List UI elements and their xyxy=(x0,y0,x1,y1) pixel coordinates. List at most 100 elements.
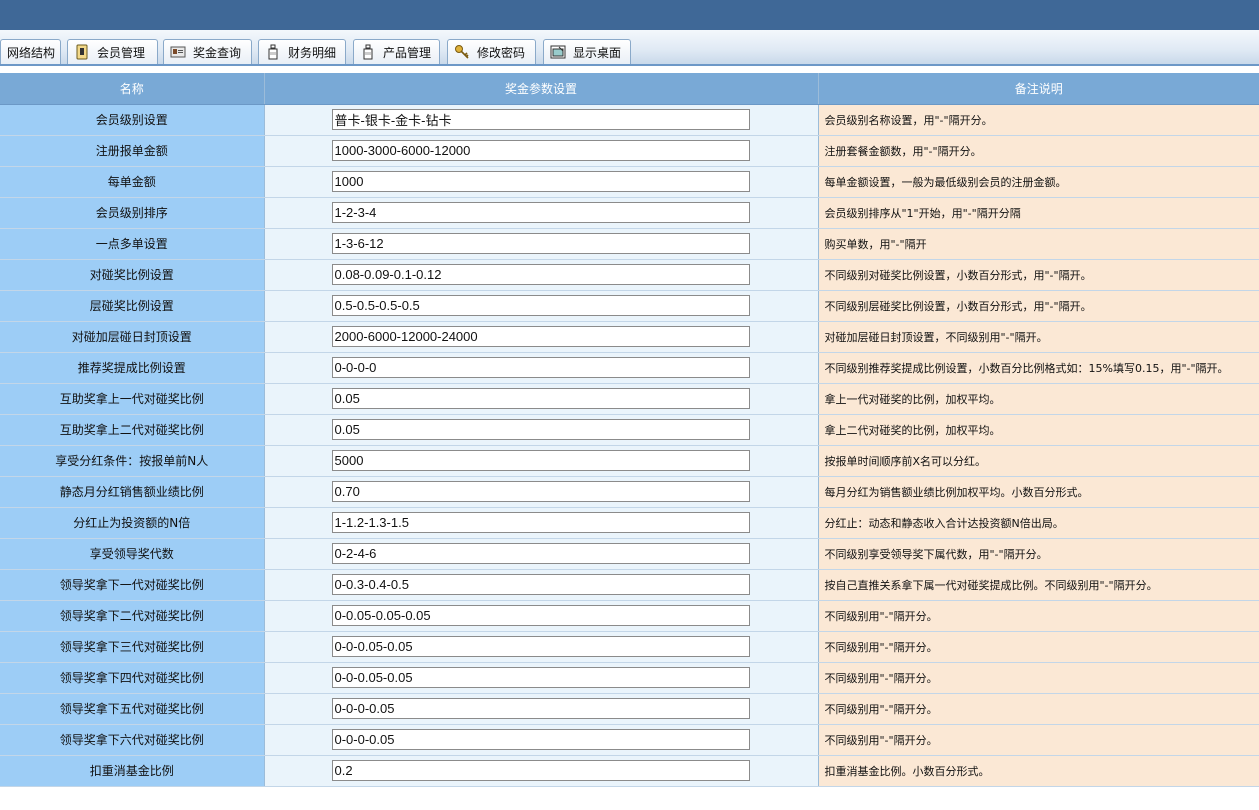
setting-value-cell xyxy=(264,383,819,415)
setting-value-input[interactable] xyxy=(331,574,750,595)
setting-value-input[interactable] xyxy=(331,543,750,564)
bonus-settings-table: 名称 奖金参数设置 备注说明 会员级别设置 会员级别名称设置，用"-"隔开分。注册… xyxy=(0,73,1259,787)
setting-note: 拿上二代对碰奖的比例，加权平均。 xyxy=(818,414,1259,446)
setting-name: 领导奖拿下二代对碰奖比例 xyxy=(0,600,265,632)
table-row: 互助奖拿上二代对碰奖比例 拿上二代对碰奖的比例，加权平均。 xyxy=(0,414,1259,446)
setting-name: 领导奖拿下三代对碰奖比例 xyxy=(0,631,265,663)
setting-value-input[interactable] xyxy=(331,667,750,688)
nav-tab-bar: 网络结构 会员管理 奖金查询 财务明细 产品管理 修改密码 显示桌面 xyxy=(0,30,1259,66)
tab-label: 修改密码 xyxy=(477,45,526,60)
setting-value-input[interactable] xyxy=(331,233,750,254)
setting-value-cell xyxy=(264,321,819,353)
setting-name: 层碰奖比例设置 xyxy=(0,290,265,322)
setting-value-input[interactable] xyxy=(331,326,750,347)
setting-value-input[interactable] xyxy=(331,264,750,285)
table-header-row: 名称 奖金参数设置 备注说明 xyxy=(0,73,1259,105)
setting-value-cell xyxy=(264,755,819,787)
header-note: 备注说明 xyxy=(818,73,1259,105)
setting-note: 对碰加层碰日封顶设置，不同级别用"-"隔开。 xyxy=(818,321,1259,353)
setting-value-input[interactable] xyxy=(331,450,750,471)
setting-note: 不同级别用"-"隔开分。 xyxy=(818,662,1259,694)
setting-value-input[interactable] xyxy=(331,481,750,502)
setting-note: 购买单数，用"-"隔开 xyxy=(818,228,1259,260)
setting-name: 推荐奖提成比例设置 xyxy=(0,352,265,384)
table-row: 领导奖拿下四代对碰奖比例 不同级别用"-"隔开分。 xyxy=(0,662,1259,694)
setting-value-cell xyxy=(264,724,819,756)
setting-name: 领导奖拿下六代对碰奖比例 xyxy=(0,724,265,756)
table-row: 领导奖拿下一代对碰奖比例 按自己直推关系拿下属一代对碰奖提成比例。不同级别用"-"… xyxy=(0,569,1259,601)
setting-value-input[interactable] xyxy=(331,388,750,409)
setting-name: 扣重消基金比例 xyxy=(0,755,265,787)
setting-value-cell xyxy=(264,352,819,384)
table-row: 领导奖拿下五代对碰奖比例 不同级别用"-"隔开分。 xyxy=(0,693,1259,725)
setting-value-cell xyxy=(264,445,819,477)
bottle-icon xyxy=(360,44,376,60)
setting-note: 不同级别用"-"隔开分。 xyxy=(818,600,1259,632)
setting-name: 领导奖拿下一代对碰奖比例 xyxy=(0,569,265,601)
setting-value-cell xyxy=(264,259,819,291)
setting-name: 注册报单金额 xyxy=(0,135,265,167)
bottle-icon xyxy=(265,44,281,60)
setting-value-cell xyxy=(264,414,819,446)
tab-3[interactable]: 奖金查询 xyxy=(163,39,252,64)
setting-value-cell xyxy=(264,569,819,601)
setting-name: 享受分红条件：按报单前N人 xyxy=(0,445,265,477)
setting-note: 会员级别排序从"1"开始，用"-"隔开分隔 xyxy=(818,197,1259,229)
table-row: 会员级别设置 会员级别名称设置，用"-"隔开分。 xyxy=(0,104,1259,136)
setting-note: 不同级别享受领导奖下属代数，用"-"隔开分。 xyxy=(818,538,1259,570)
table-row: 一点多单设置 购买单数，用"-"隔开 xyxy=(0,228,1259,260)
tab-7[interactable]: 显示桌面 xyxy=(543,39,631,64)
setting-value-cell xyxy=(264,476,819,508)
table-row: 享受分红条件：按报单前N人 按报单时间顺序前X名可以分红。 xyxy=(0,445,1259,477)
setting-name: 静态月分红销售额业绩比例 xyxy=(0,476,265,508)
setting-value-cell xyxy=(264,538,819,570)
setting-name: 互助奖拿上一代对碰奖比例 xyxy=(0,383,265,415)
tab-6[interactable]: 修改密码 xyxy=(447,39,536,64)
tab-2[interactable]: 会员管理 xyxy=(67,39,158,64)
setting-value-cell xyxy=(264,197,819,229)
table-row: 注册报单金额 注册套餐金额数，用"-"隔开分。 xyxy=(0,135,1259,167)
setting-name: 互助奖拿上二代对碰奖比例 xyxy=(0,414,265,446)
tab-4[interactable]: 财务明细 xyxy=(258,39,346,64)
tab-1[interactable]: 网络结构 xyxy=(0,39,61,64)
setting-note: 按报单时间顺序前X名可以分红。 xyxy=(818,445,1259,477)
setting-name: 分红止为投资额的N倍 xyxy=(0,507,265,539)
setting-value-input[interactable] xyxy=(331,605,750,626)
setting-note: 按自己直推关系拿下属一代对碰奖提成比例。不同级别用"-"隔开分。 xyxy=(818,569,1259,601)
setting-name: 对碰加层碰日封顶设置 xyxy=(0,321,265,353)
tab-label: 奖金查询 xyxy=(193,45,242,60)
setting-note: 扣重消基金比例。小数百分形式。 xyxy=(818,755,1259,787)
setting-value-cell xyxy=(264,135,819,167)
tab-label: 财务明细 xyxy=(288,45,337,60)
setting-value-input[interactable] xyxy=(331,295,750,316)
setting-value-input[interactable] xyxy=(331,357,750,378)
table-row: 互助奖拿上一代对碰奖比例 拿上一代对碰奖的比例，加权平均。 xyxy=(0,383,1259,415)
tab-5[interactable]: 产品管理 xyxy=(353,39,440,64)
setting-value-input[interactable] xyxy=(331,760,750,781)
setting-note: 不同级别用"-"隔开分。 xyxy=(818,693,1259,725)
table-row: 推荐奖提成比例设置 不同级别推荐奖提成比例设置，小数百分比例格式如：15%填写0.… xyxy=(0,352,1259,384)
setting-value-input[interactable] xyxy=(331,729,750,750)
setting-value-input[interactable] xyxy=(331,109,750,130)
setting-note: 不同级别对碰奖比例设置，小数百分形式，用"-"隔开。 xyxy=(818,259,1259,291)
table-row: 会员级别排序 会员级别排序从"1"开始，用"-"隔开分隔 xyxy=(0,197,1259,229)
tab-label: 会员管理 xyxy=(97,45,146,60)
setting-value-input[interactable] xyxy=(331,419,750,440)
setting-note: 分红止：动态和静态收入合计达投资额N倍出局。 xyxy=(818,507,1259,539)
tab-label: 网络结构 xyxy=(7,45,56,60)
table-row: 领导奖拿下三代对碰奖比例 不同级别用"-"隔开分。 xyxy=(0,631,1259,663)
header-name: 名称 xyxy=(0,73,265,105)
table-row: 每单金额 每单金额设置，一般为最低级别会员的注册金额。 xyxy=(0,166,1259,198)
setting-value-cell xyxy=(264,631,819,663)
setting-value-input[interactable] xyxy=(331,171,750,192)
setting-name: 一点多单设置 xyxy=(0,228,265,260)
tab-label: 显示桌面 xyxy=(573,45,622,60)
setting-value-input[interactable] xyxy=(331,140,750,161)
setting-value-input[interactable] xyxy=(331,512,750,533)
setting-value-input[interactable] xyxy=(331,202,750,223)
setting-value-input[interactable] xyxy=(331,636,750,657)
card-icon xyxy=(170,44,186,60)
setting-value-cell xyxy=(264,507,819,539)
setting-value-input[interactable] xyxy=(331,698,750,719)
setting-value-cell xyxy=(264,290,819,322)
